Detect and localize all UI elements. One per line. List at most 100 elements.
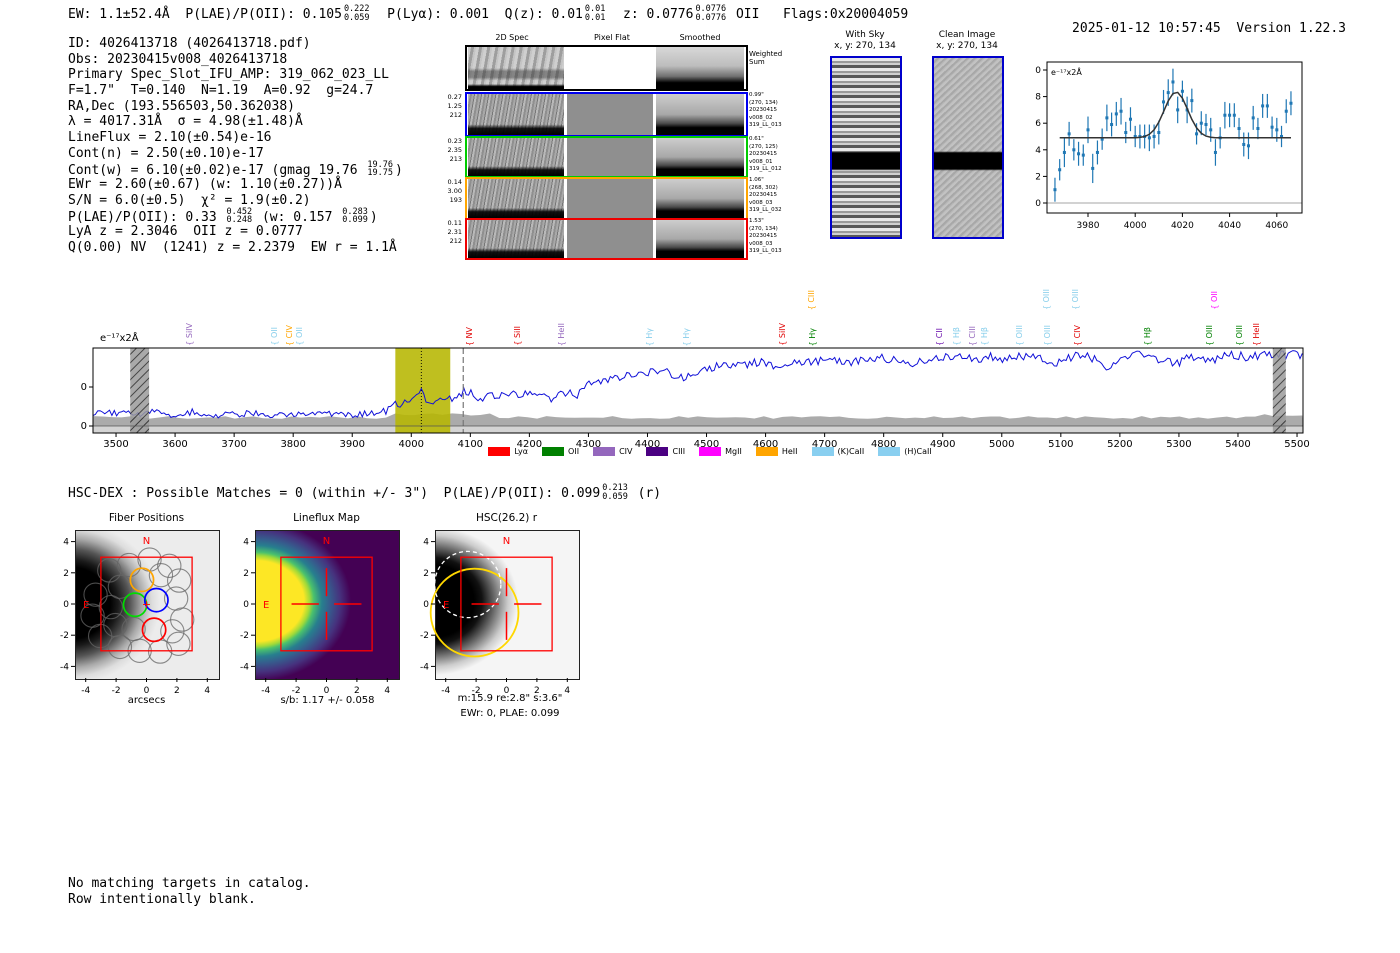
- y-tick-label: 10: [1035, 66, 1041, 76]
- data-point: [1110, 123, 1114, 127]
- header-timestamp: 2025-01-12 10:57:45 Version 1.22.3: [1041, 6, 1346, 51]
- data-point: [1062, 150, 1066, 154]
- weighted-label-line2: Sum: [749, 58, 765, 66]
- right-label-line: v008_03: [749, 240, 773, 247]
- x-tick-label: 5300: [1166, 439, 1191, 450]
- data-point: [1223, 113, 1227, 117]
- left-label-line: 3.00: [447, 187, 462, 195]
- spectral-line-label: { Hγ: [645, 327, 654, 346]
- map-overlay: N E -4 -4 -2 -2 0 0 2 2 4 4: [420, 536, 570, 696]
- y-tick-label: 4: [63, 538, 69, 548]
- right-label-line: 20230415: [749, 151, 777, 158]
- x-tick-label: 4700: [812, 439, 837, 450]
- x-tick-label: 0: [144, 686, 150, 696]
- spectral-line-label: { CII: [935, 328, 944, 346]
- map-overlay: N E -4 -4 -2 -2 0 0 2 2 4 4: [240, 536, 390, 696]
- spectral-line-label: { OIII: [1015, 324, 1024, 346]
- spectral-line-label: { Hγ: [682, 327, 691, 346]
- data-point: [1091, 166, 1095, 170]
- weighted-sum-row: [465, 45, 748, 91]
- east-label: E: [263, 600, 269, 611]
- sub-value: 0.099: [342, 215, 368, 226]
- data-point: [1246, 144, 1250, 148]
- line-highlight-band: [395, 348, 451, 433]
- text-segment: Obs: 20230415v008_4026413718: [68, 51, 288, 67]
- hsc-r-title: HSC(26.2) r: [475, 512, 538, 524]
- left-label-line: 213: [449, 155, 462, 163]
- data-point: [1147, 136, 1151, 140]
- right-label-line: (270, 125): [749, 143, 778, 150]
- y-tick-label: 4: [243, 538, 249, 548]
- info-line: Cont(w) = 6.10(±0.02)e-17 (gmag 19.76 19…: [68, 160, 403, 177]
- text-segment: F=1.7" T=0.140 N=1.19 A=0.92 g=24.7: [68, 83, 374, 99]
- x-tick-label: 3980: [1077, 221, 1100, 231]
- data-point: [1204, 123, 1208, 127]
- spectral-line-label: { OIII: [1071, 288, 1080, 310]
- sub-value: 0.248: [226, 215, 253, 226]
- info-line: LyA z = 2.3046 OII z = 0.0777: [68, 224, 403, 240]
- gaussian-fit-curve: [1059, 91, 1291, 139]
- x-tick-label: 3800: [280, 439, 305, 450]
- x-tick-label: 4500: [694, 439, 719, 450]
- y-tick-label: 4: [423, 538, 429, 548]
- detection-info-block: ID: 4026413718 (4026413718.pdf) Obs: 2023…: [68, 36, 403, 256]
- data-point: [1114, 112, 1118, 116]
- spectral-line-label: { SiII: [513, 326, 522, 346]
- x-tick-label: 0: [504, 686, 510, 696]
- right-label-line: 319_LL_013: [749, 248, 782, 255]
- text-segment: z: 0.0776: [607, 7, 694, 22]
- spectral-line-label: { CIII: [968, 325, 977, 346]
- right-label-line: 319_LL_012: [749, 166, 782, 173]
- text-segment: Cont(n) = 2.50(±0.10)e-17: [68, 145, 264, 161]
- elixer-report-page: EW: 1.1±52.4Å P(LAE)/P(OII): 0.105 0.222 0…: [0, 0, 1400, 953]
- x-tick-label: 4: [384, 686, 390, 696]
- value-stack: 0.222 0.059: [344, 5, 370, 22]
- sub-value: 0.0776: [695, 12, 727, 23]
- y-tick-label: 4: [1035, 146, 1041, 156]
- line-fit-zoom-chart: 3980 4000 4020 4040 4060 0 2 4 6 8 10 e⁻¹⁷x2Å: [1035, 61, 1303, 231]
- spectral-line-label: { SiIV: [185, 323, 194, 346]
- fiber-circle: [148, 639, 173, 664]
- right-label-line: (268, 302): [749, 184, 778, 191]
- spectral-line-label: { Hγ: [808, 327, 817, 346]
- data-point: [1095, 150, 1099, 154]
- north-label: N: [143, 536, 150, 547]
- data-point: [1237, 127, 1241, 131]
- spec2d-row-right-label: 0.61" (270, 125) 20230415 v008_01 319_LL_012: [749, 136, 809, 174]
- info-line: P(LAE)/P(OII): 0.33 0.452 0.248 (w: 0.157…: [68, 208, 403, 226]
- fiber-circle: [98, 594, 123, 620]
- info-line: Cont(n) = 2.50(±0.10)e-17: [68, 146, 403, 162]
- right-label-line: 1.53": [749, 218, 764, 224]
- data-point: [1289, 101, 1293, 105]
- x-tick-label: 2: [534, 686, 540, 696]
- data-point: [1228, 113, 1232, 117]
- spec2d-row: [465, 136, 748, 178]
- east-label: E: [83, 600, 89, 611]
- cell-pixelflat: [567, 138, 653, 176]
- left-label-line: 212: [449, 111, 462, 119]
- x-tick-label: -2: [112, 686, 121, 696]
- y-tick-label: 10: [80, 382, 87, 393]
- data-point: [1232, 113, 1236, 117]
- x-tick-label: 5000: [989, 439, 1014, 450]
- data-point: [1067, 132, 1071, 136]
- spec2d-row-left-label: 0.27 1.25 212: [430, 93, 462, 120]
- data-point: [1195, 132, 1199, 136]
- data-point: [1072, 148, 1076, 152]
- subzero-band: [93, 426, 1303, 433]
- left-label-line: 0.27: [447, 93, 462, 101]
- text-segment: OII Flags:0x20004059: [728, 7, 909, 22]
- data-point: [1086, 128, 1090, 132]
- clean-image-cutout: [932, 56, 1004, 239]
- info-line: EWr = 2.60(±0.67) (w: 1.10(±0.27))Å: [68, 177, 403, 193]
- cell-smoothed: [656, 220, 744, 258]
- x-tick-label: 4020: [1171, 221, 1194, 231]
- text-segment: HSC-DEX : Possible Matches = 0 (within +…: [68, 486, 601, 501]
- text-segment: Q(0.00) NV (1241) z = 2.2379 EW r = 1.1Å: [68, 239, 397, 255]
- aperture-circle: [429, 567, 520, 658]
- text-segment: LineFlux = 2.10(±0.54)e-16: [68, 130, 272, 146]
- x-tick-label: 5400: [1225, 439, 1250, 450]
- right-label-line: 319_LL_013: [749, 122, 782, 129]
- spec2d-row-right-label: 1.53" (270, 134) 20230415 v008_03 319_LL_013: [749, 218, 809, 256]
- spec2d-row: [465, 218, 748, 260]
